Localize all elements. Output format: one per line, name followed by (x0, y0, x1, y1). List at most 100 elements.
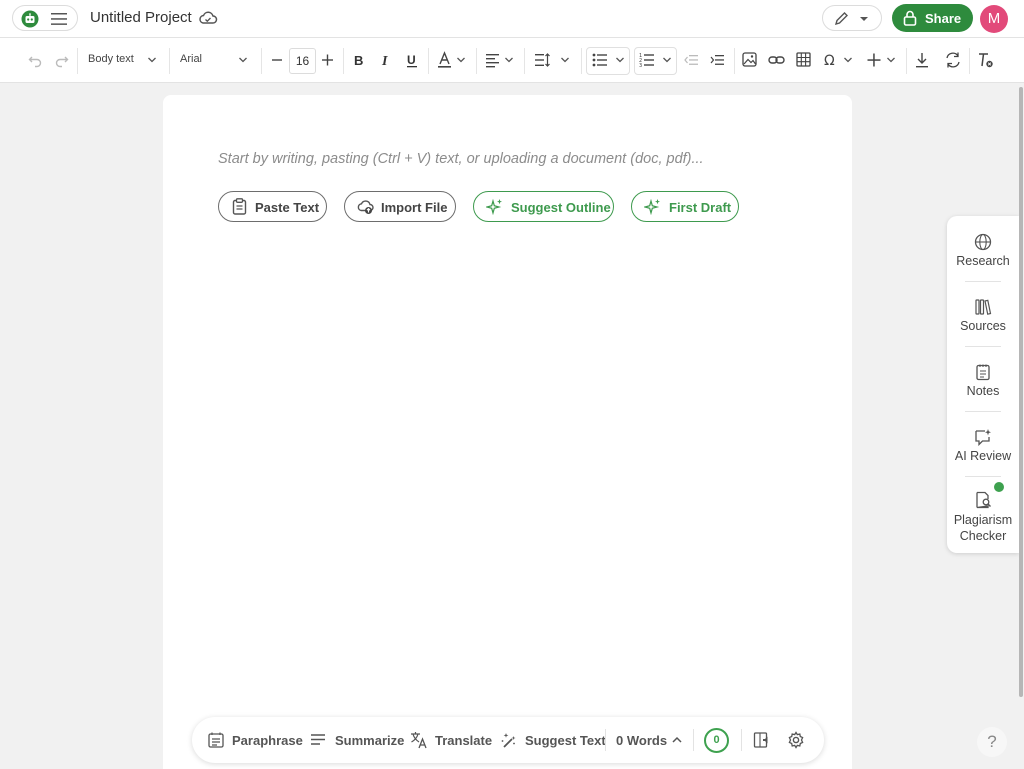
insert-image-icon[interactable] (742, 49, 757, 71)
share-button[interactable]: Share (892, 4, 973, 32)
summarize-label: Summarize (335, 733, 405, 748)
pen-icon (834, 12, 848, 26)
numbered-list-icon[interactable]: 123 (639, 49, 655, 71)
italic-icon[interactable]: I (380, 49, 392, 71)
font-family-select[interactable]: Arial (180, 53, 202, 65)
top-bar: Untitled Project Share M (0, 0, 1024, 38)
read-aloud-button[interactable] (753, 731, 773, 751)
cloud-saved-icon (199, 11, 218, 24)
globe-icon (974, 233, 992, 251)
toolbar-divider (261, 48, 262, 74)
translate-button[interactable]: Translate (410, 731, 492, 751)
magic-wand-icon (501, 733, 516, 748)
summarize-icon (311, 734, 325, 745)
settings-button[interactable] (787, 731, 807, 751)
editing-mode-dropdown[interactable] (822, 5, 882, 31)
svg-text:I: I (381, 54, 388, 69)
lock-icon (903, 10, 917, 26)
ai-review-tab[interactable]: AI Review (947, 428, 1019, 463)
document-search-icon (976, 491, 991, 509)
chevron-down-icon[interactable] (615, 56, 625, 64)
issues-count-indicator[interactable]: 0 (704, 728, 729, 753)
align-left-icon[interactable] (485, 49, 500, 71)
special-characters-icon[interactable]: Ω (824, 49, 838, 71)
notes-label: Notes (966, 384, 1000, 398)
line-spacing-icon[interactable] (534, 49, 551, 71)
sources-tab[interactable]: Sources (947, 298, 1019, 333)
chevron-down-icon[interactable] (456, 56, 466, 64)
panel-divider (965, 346, 1001, 347)
plagiarism-checker-tab[interactable]: Plagiarism Checker (947, 491, 1019, 544)
toolbar-divider (169, 48, 170, 74)
insert-plus-icon[interactable] (867, 49, 881, 71)
underline-icon[interactable]: U (406, 49, 418, 71)
chevron-down-icon[interactable] (843, 56, 853, 64)
suggest-outline-label: Suggest Outline (511, 200, 611, 215)
chevron-down-icon[interactable] (560, 56, 570, 64)
toolbar-divider (969, 48, 970, 74)
toolbar-divider (77, 48, 78, 74)
research-tab[interactable]: Research (947, 233, 1019, 268)
font-size-input[interactable]: 16 (289, 48, 316, 74)
text-color-icon[interactable] (437, 49, 452, 71)
first-draft-button[interactable]: First Draft (631, 191, 739, 222)
text-style-select[interactable]: Body text (88, 53, 134, 65)
toolbar-divider (428, 48, 429, 74)
suggest-text-button[interactable]: Suggest Text (500, 731, 606, 751)
chevron-down-icon[interactable] (504, 56, 514, 64)
project-title[interactable]: Untitled Project (90, 9, 192, 26)
chevron-up-icon (672, 736, 682, 743)
chevron-down-icon[interactable] (886, 56, 896, 64)
clipboard-icon (232, 198, 247, 215)
help-button[interactable]: ? (977, 727, 1007, 757)
page-scrollbar-thumb[interactable] (1019, 87, 1023, 697)
panel-divider (965, 281, 1001, 282)
paraphrase-button[interactable]: Paraphrase (207, 731, 303, 751)
clear-formatting-icon[interactable] (977, 49, 994, 71)
toolbar-divider (343, 48, 344, 74)
insert-table-icon[interactable] (796, 49, 811, 71)
insert-link-icon[interactable] (768, 49, 785, 71)
chevron-down-icon[interactable] (147, 56, 157, 64)
bullet-list-icon[interactable] (592, 49, 608, 71)
replace-icon[interactable] (945, 49, 961, 71)
user-avatar[interactable]: M (980, 5, 1008, 33)
hamburger-menu-icon[interactable] (51, 12, 67, 26)
paraphrase-icon (208, 732, 224, 748)
decrease-indent-icon[interactable] (684, 49, 699, 71)
download-icon[interactable] (915, 49, 929, 71)
editor-placeholder[interactable]: Start by writing, pasting (Ctrl + V) tex… (218, 151, 704, 167)
document-page[interactable]: Start by writing, pasting (Ctrl + V) tex… (163, 95, 852, 769)
plagiarism-label-line2: Checker (959, 529, 1007, 543)
panel-divider (965, 411, 1001, 412)
undo-icon[interactable] (28, 49, 42, 71)
bottom-divider (605, 729, 606, 751)
toolbar-divider (734, 48, 735, 74)
word-count-toggle[interactable]: 0 Words (616, 731, 686, 751)
toolbar-divider (476, 48, 477, 74)
chevron-down-icon[interactable] (238, 56, 248, 64)
app-logo-icon[interactable] (21, 10, 39, 28)
import-file-label: Import File (381, 200, 448, 215)
paraphrase-label: Paraphrase (232, 733, 303, 748)
redo-icon[interactable] (55, 49, 69, 71)
paste-text-button[interactable]: Paste Text (218, 191, 327, 222)
suggest-outline-button[interactable]: Suggest Outline (473, 191, 614, 222)
translate-label: Translate (435, 733, 493, 748)
toolbar-divider (524, 48, 525, 74)
app-menu-pill[interactable] (12, 5, 78, 31)
decrease-font-size-icon[interactable] (271, 49, 283, 71)
share-label: Share (925, 11, 962, 26)
increase-font-size-icon[interactable] (321, 49, 334, 71)
svg-text:3: 3 (639, 63, 642, 69)
cloud-upload-icon (357, 200, 374, 214)
import-file-button[interactable]: Import File (344, 191, 456, 222)
summarize-button[interactable]: Summarize (310, 731, 404, 751)
chevron-down-icon[interactable] (662, 56, 672, 64)
svg-text:B: B (354, 53, 363, 68)
bottom-divider (741, 729, 742, 751)
bold-icon[interactable]: B (353, 49, 365, 71)
sources-label: Sources (960, 319, 1006, 333)
notes-tab[interactable]: Notes (947, 363, 1019, 398)
increase-indent-icon[interactable] (710, 49, 725, 71)
